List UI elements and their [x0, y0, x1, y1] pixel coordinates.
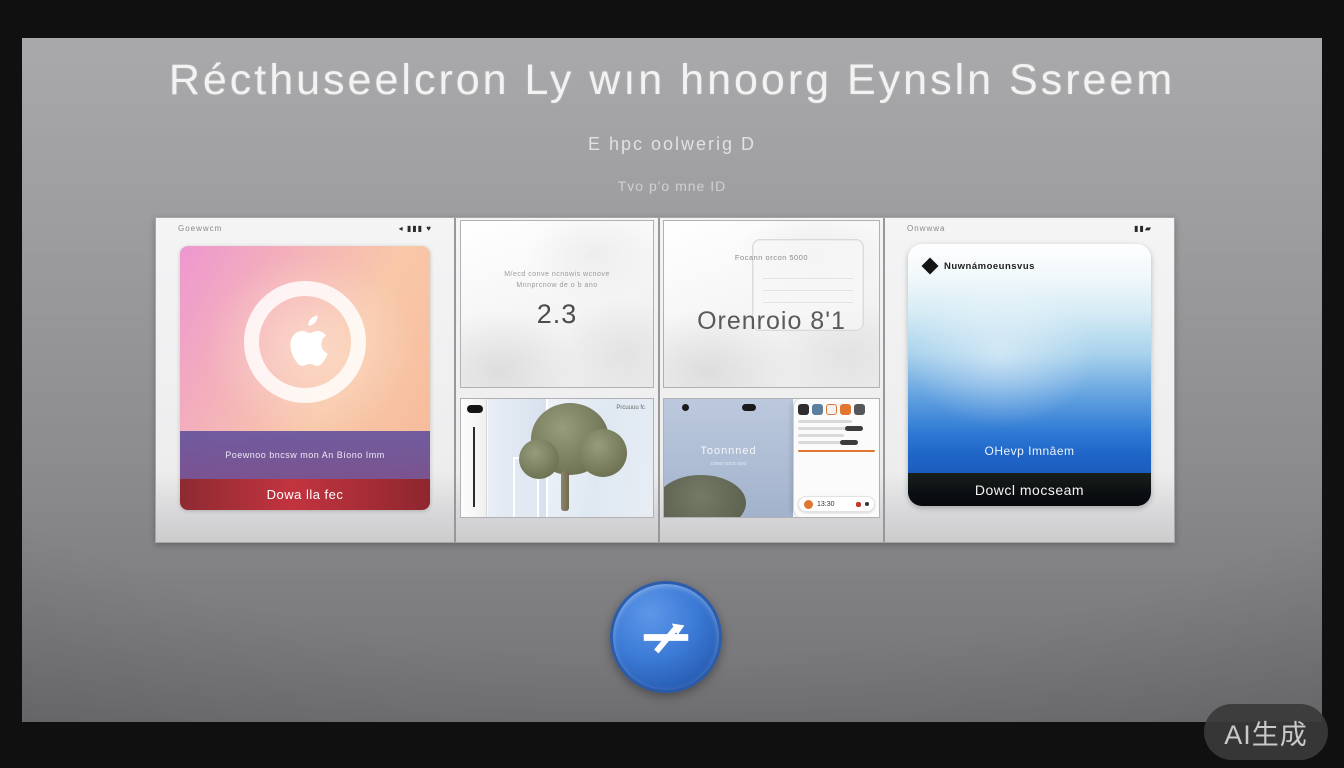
version-note-line2: Mnnprcnow de o b ano — [461, 280, 653, 291]
blue-promo-card[interactable]: Nuwnámoeunsvus OHevp Imnâem Dowcl mocsea… — [908, 244, 1151, 506]
tree-crown — [519, 439, 559, 479]
dock-orange-icon — [804, 500, 813, 509]
version-note-line1: M/ecd conve ncnowis wcnove — [461, 269, 653, 280]
blue-band-caption: OHevp Imnâem — [908, 444, 1151, 458]
download-button-dark-label: Dowcl mocseam — [975, 482, 1084, 498]
list-row — [798, 441, 858, 444]
version-number: 2.3 — [461, 299, 653, 330]
camera-dot-icon — [682, 404, 689, 411]
page-title: Récthuseelcron Ly wın hnoorg Eynsln Ssre… — [22, 56, 1322, 105]
dock-red-icon — [856, 502, 861, 507]
gradient-swirl — [908, 244, 1151, 506]
app-icon — [812, 404, 823, 415]
wallpaper-thumbnail[interactable]: Toonnned cooo coco ooo 13:30 — [663, 398, 880, 518]
dock-dark-icon — [865, 502, 869, 506]
statusbar: Goewwcm ◂ ▮▮▮ ♥ — [156, 224, 454, 233]
camera-pill-icon — [467, 405, 483, 413]
statusbar: Onwwwa ▮▮▰ — [885, 224, 1174, 233]
app-icon — [840, 404, 851, 415]
option-column-model[interactable]: Focann orcon 5000 Orenroio 8'1 Toonnned … — [660, 218, 883, 542]
phone-wallpaper: Toonnned cooo coco ooo — [664, 399, 793, 517]
options-panel: Goewwcm ◂ ▮▮▮ ♥ Poewnoo bncsw mon An Bío… — [155, 217, 1175, 543]
stage: Récthuseelcron Ly wın hnoorg Eynsln Ssre… — [0, 0, 1344, 768]
app-icon — [826, 404, 837, 415]
ring-badge — [244, 281, 366, 403]
version-thumbnail[interactable]: M/ecd conve ncnowis wcnove Mnnprcnow de … — [460, 220, 654, 388]
promo-caption-band: Poewnoo bncsw mon An Bíono Imm — [180, 431, 430, 479]
list-row — [798, 434, 844, 437]
option-column-version[interactable]: M/ecd conve ncnowis wcnove Mnnprcnow de … — [456, 218, 658, 542]
apple-icon — [274, 311, 336, 373]
ai-watermark-label: AI生成 — [1224, 713, 1308, 752]
continue-button[interactable] — [610, 581, 722, 693]
toggle-pill — [845, 426, 863, 431]
status-time: Goewwcm — [178, 224, 222, 233]
phone-edge — [461, 399, 487, 517]
blue-card-header: Nuwnámoeunsvus — [924, 260, 1035, 272]
model-title: Orenroio 8'1 — [664, 307, 879, 336]
page-tagline: Tvo p'o mne ID — [22, 178, 1322, 194]
status-time: Onwwwa — [907, 224, 945, 233]
accent-divider — [798, 450, 875, 452]
toggle-pill — [840, 440, 858, 445]
sketch-line — [763, 302, 853, 303]
promo-caption: Poewnoo bncsw mon An Bíono Imm — [225, 450, 385, 460]
merge-arrow-icon — [637, 608, 695, 666]
wallpaper-subtitle: cooo coco ooo — [664, 461, 793, 467]
photo-caption: Prcuuuu fc — [616, 405, 645, 411]
dock-time: 13:30 — [817, 501, 835, 508]
tree-trunk — [561, 471, 569, 511]
download-button-dark[interactable]: Dowcl mocseam — [908, 473, 1151, 506]
dock-bar: 13:30 — [798, 496, 875, 512]
download-button-label: Dowa lla fec — [267, 487, 344, 502]
sketch-line — [763, 278, 853, 279]
ai-watermark-badge: AI生成 — [1204, 704, 1328, 760]
app-icon-row — [798, 404, 875, 415]
camera-pill-icon — [742, 404, 756, 411]
list-row — [798, 420, 852, 423]
phone-edge-line — [473, 427, 475, 507]
option-column-blue[interactable]: Onwwwa ▮▮▰ Nuwnámoeunsvus OHevp Imnâem D… — [885, 218, 1174, 542]
apple-promo-card[interactable]: Poewnoo bncsw mon An Bíono Imm Dowa lla … — [180, 246, 430, 510]
option-column-apple[interactable]: Goewwcm ◂ ▮▮▮ ♥ Poewnoo bncsw mon An Bío… — [156, 218, 454, 542]
interior-photo-thumbnail[interactable]: Prcuuuu fc — [460, 398, 654, 518]
model-thumbnail[interactable]: Focann orcon 5000 Orenroio 8'1 — [663, 220, 880, 388]
status-icons: ◂ ▮▮▮ ♥ — [399, 224, 432, 233]
sketch-line — [763, 290, 853, 291]
app-icon — [854, 404, 865, 415]
wallpaper-title: Toonnned — [664, 445, 793, 457]
status-icons: ▮▮▰ — [1134, 224, 1152, 233]
list-row — [798, 427, 863, 430]
tree-silhouette — [663, 475, 746, 518]
setup-screen: Récthuseelcron Ly wın hnoorg Eynsln Ssre… — [22, 38, 1322, 722]
download-button[interactable]: Dowa lla fec — [180, 479, 430, 510]
page-subtitle: E hpc oolwerig D — [22, 134, 1322, 155]
blue-card-title: Nuwnámoeunsvus — [944, 261, 1035, 272]
model-box-label: Focann orcon 5000 — [664, 253, 879, 262]
diamond-icon — [922, 258, 939, 275]
app-panel: 13:30 — [793, 399, 879, 517]
tree-crown — [579, 429, 627, 477]
version-notes: M/ecd conve ncnowis wcnove Mnnprcnow de … — [461, 269, 653, 291]
app-icon — [798, 404, 809, 415]
